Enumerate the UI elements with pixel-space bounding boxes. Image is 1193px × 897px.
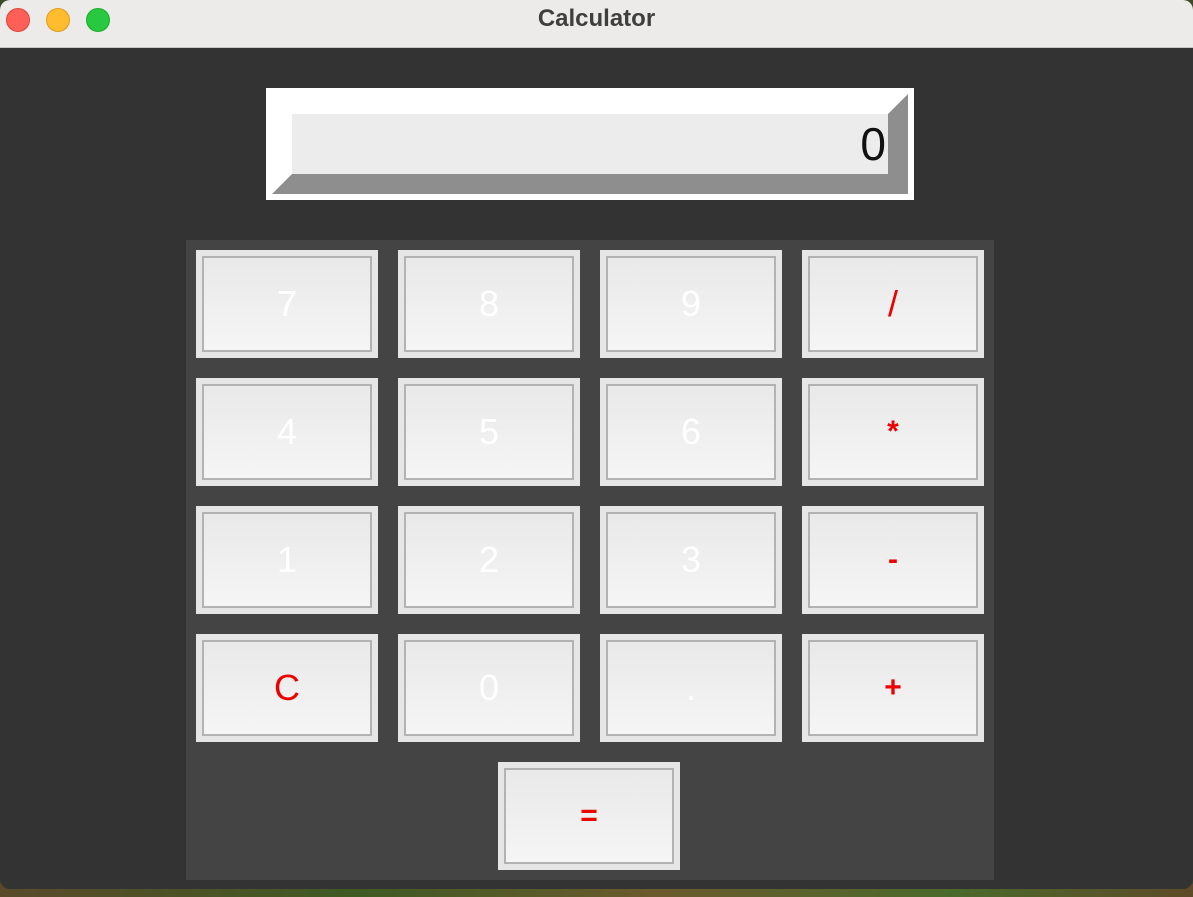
- key-1-label: 1: [202, 512, 372, 608]
- key-8-label: 8: [404, 256, 574, 352]
- equals-label: =: [504, 768, 674, 864]
- equals-button[interactable]: =: [498, 762, 680, 870]
- key-7-button[interactable]: 7: [196, 250, 378, 358]
- key-5-label: 5: [404, 384, 574, 480]
- key-4-button[interactable]: 4: [196, 378, 378, 486]
- clear-button[interactable]: C: [196, 634, 378, 742]
- key-6-button[interactable]: 6: [600, 378, 782, 486]
- display-panel: 0: [266, 88, 914, 200]
- divide-label: /: [808, 256, 978, 352]
- clear-label: C: [202, 640, 372, 736]
- title-bar: Calculator: [0, 0, 1193, 48]
- window-title: Calculator: [537, 5, 656, 32]
- add-button[interactable]: +: [802, 634, 984, 742]
- subtract-button[interactable]: -: [802, 506, 984, 614]
- multiply-button[interactable]: *: [802, 378, 984, 486]
- key-8-button[interactable]: 8: [398, 250, 580, 358]
- add-label: +: [808, 640, 978, 736]
- keypad: 7 8 9 / 4 5 6 * 1 2 3 - C 0 . + =: [186, 240, 994, 880]
- key-2-button[interactable]: 2: [398, 506, 580, 614]
- key-7-label: 7: [202, 256, 372, 352]
- key-0-button[interactable]: 0: [398, 634, 580, 742]
- key-5-button[interactable]: 5: [398, 378, 580, 486]
- divide-button[interactable]: /: [802, 250, 984, 358]
- calculator-window: Calculator 0 7 8 9 / 4 5 6 * 1 2 3 - C 0…: [0, 0, 1193, 889]
- key-1-button[interactable]: 1: [196, 506, 378, 614]
- key-0-label: 0: [404, 640, 574, 736]
- key-3-button[interactable]: 3: [600, 506, 782, 614]
- key-3-label: 3: [606, 512, 776, 608]
- subtract-label: -: [808, 512, 978, 608]
- key-4-label: 4: [202, 384, 372, 480]
- decimal-button[interactable]: .: [600, 634, 782, 742]
- key-9-button[interactable]: 9: [600, 250, 782, 358]
- key-6-label: 6: [606, 384, 776, 480]
- display-value: 0: [860, 118, 886, 170]
- key-9-label: 9: [606, 256, 776, 352]
- decimal-label: .: [606, 640, 776, 736]
- key-2-label: 2: [404, 512, 574, 608]
- multiply-label: *: [808, 384, 978, 480]
- display-bevel: [272, 94, 908, 194]
